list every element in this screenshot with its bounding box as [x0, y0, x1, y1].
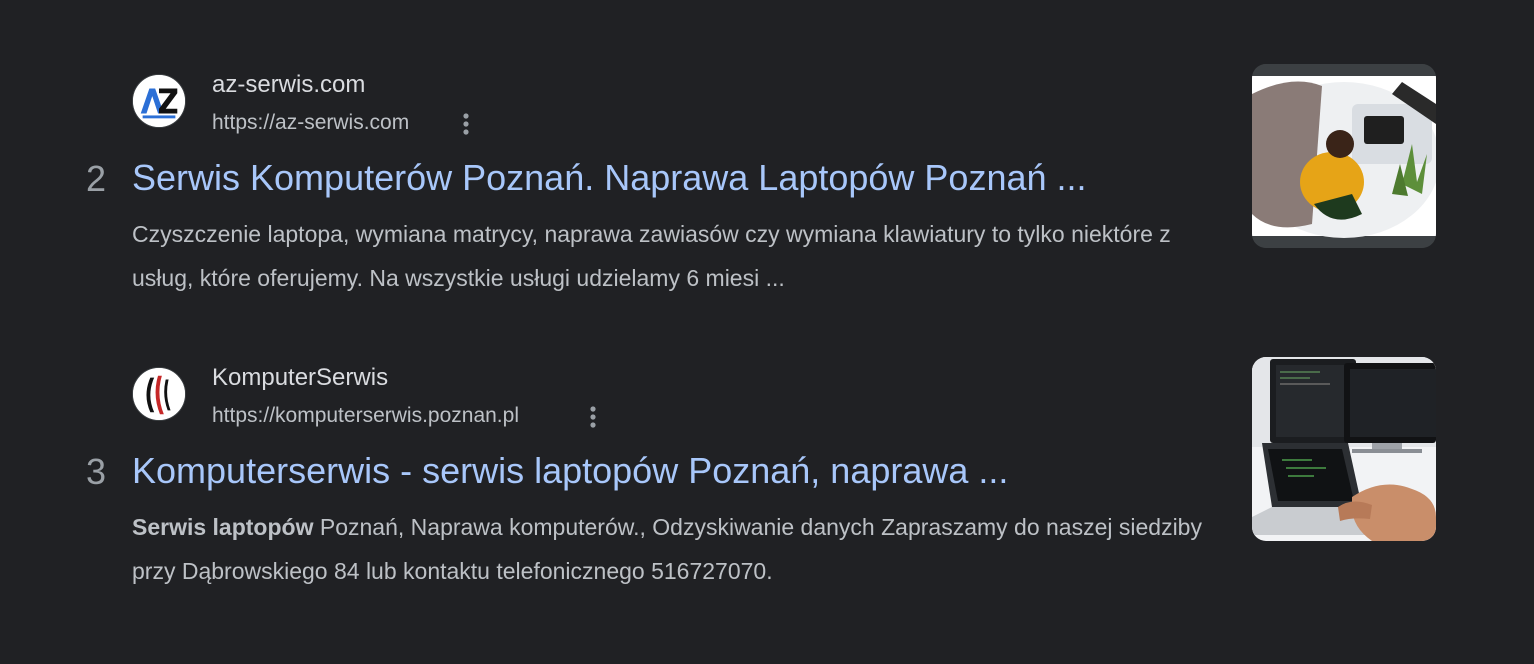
result-snippet: Serwis laptopów Poznań, Naprawa komputer…: [132, 505, 1222, 593]
person-at-desk-with-laptop-image[interactable]: [1252, 64, 1436, 248]
komputerserwis-logo-icon[interactable]: [132, 367, 186, 421]
three-dots-vertical-icon[interactable]: [583, 402, 603, 432]
site-name[interactable]: KomputerSerwis: [212, 363, 388, 393]
result-rank: 2: [86, 158, 107, 199]
three-dots-vertical-icon[interactable]: [456, 109, 476, 139]
site-url[interactable]: https://komputerserwis.poznan.pl: [212, 402, 519, 430]
result-snippet: Czyszczenie laptopa, wymiana matrycy, na…: [132, 221, 1171, 291]
laptop-and-monitors-image[interactable]: [1252, 357, 1436, 541]
az-serwis-logo-icon[interactable]: [132, 74, 186, 128]
result-title-link[interactable]: Komputerserwis - serwis laptopów Poznań,…: [132, 449, 1008, 493]
result-rank: 3: [86, 451, 107, 492]
snippet-highlight: Serwis laptopów: [132, 514, 314, 540]
site-url[interactable]: https://az-serwis.com: [212, 109, 409, 137]
site-name[interactable]: az-serwis.com: [212, 70, 365, 100]
result-title-link[interactable]: Serwis Komputerów Poznań. Naprawa Laptop…: [132, 156, 1087, 200]
